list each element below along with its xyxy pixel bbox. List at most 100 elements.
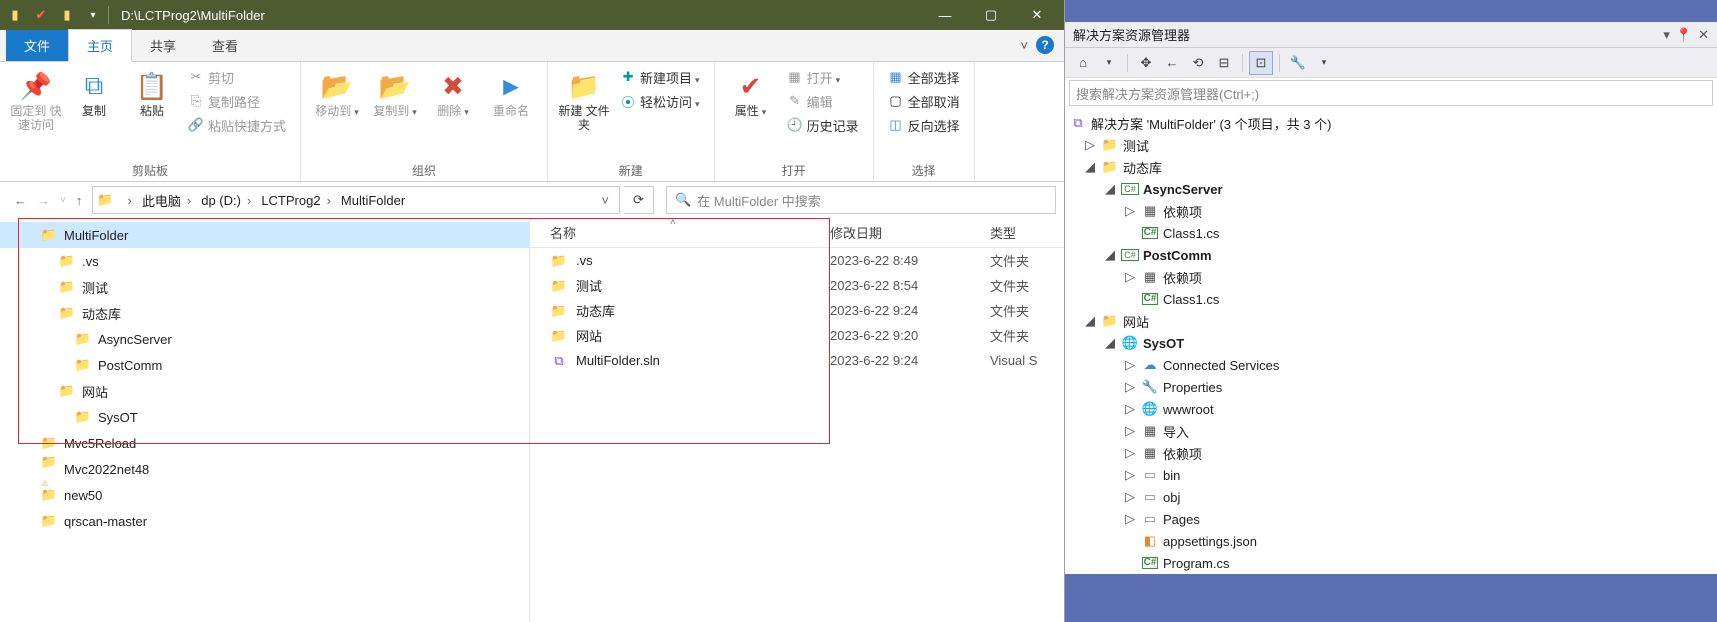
address-dropdown[interactable]: ˅ [595, 193, 615, 208]
nav-up[interactable]: ↑ [76, 193, 83, 208]
vs-tree-node[interactable]: ▷▦依赖项 [1065, 442, 1717, 464]
file-row[interactable]: 📁.vs2023-6-22 8:49文件夹 [530, 248, 1064, 273]
tree-item[interactable]: 📁MultiFolder [0, 222, 529, 248]
tab-share[interactable]: 共享 [132, 30, 194, 61]
expand-toggle[interactable]: ▷ [1123, 379, 1137, 395]
tree-item[interactable]: 📁.vs [0, 248, 529, 274]
vs-back-button[interactable]: ← [1160, 51, 1184, 75]
nav-back[interactable]: ← [14, 193, 27, 208]
vs-collapse-button[interactable]: ⊟ [1212, 51, 1236, 75]
file-row[interactable]: 📁测试2023-6-22 8:54文件夹 [530, 273, 1064, 298]
tree-item[interactable]: 📁qrscan-master [0, 508, 529, 534]
expand-toggle[interactable]: ▷ [1123, 357, 1137, 373]
address-bar[interactable]: 📁 此电脑 dp (D:) LCTProg2 MultiFolder ˅ [92, 186, 620, 214]
properties-button[interactable]: ✔属性 [725, 66, 777, 119]
expand-toggle[interactable]: ◢ [1103, 335, 1117, 351]
crumb-folder2[interactable]: MultiFolder [337, 191, 409, 210]
crumb-drive[interactable]: dp (D:) [197, 191, 255, 210]
vs-tree-node[interactable]: ·C#Program.cs [1065, 552, 1717, 574]
file-row[interactable]: 📁动态库2023-6-22 9:24文件夹 [530, 298, 1064, 323]
tree-item[interactable]: 📁SysOT [0, 404, 529, 430]
vs-home-button[interactable]: ⌂ [1071, 51, 1095, 75]
vs-sync-button[interactable]: ⟲ [1186, 51, 1210, 75]
vs-switch-button[interactable]: ✥ [1134, 51, 1158, 75]
vs-solution-root[interactable]: ⧉ 解决方案 'MultiFolder' (3 个项目，共 3 个) [1065, 112, 1717, 134]
paste-shortcut-button[interactable]: 🔗粘贴快捷方式 [184, 114, 290, 136]
vs-properties-button[interactable]: 🔧 [1286, 51, 1310, 75]
expand-toggle[interactable]: ◢ [1083, 159, 1097, 175]
expand-toggle[interactable]: ▷ [1123, 423, 1137, 439]
tree-item[interactable]: 📁Mvc5Reload [0, 430, 529, 456]
tree-item[interactable]: 📁PostComm [0, 352, 529, 378]
crumb-pc[interactable]: 此电脑 [138, 189, 195, 212]
cut-button[interactable]: ✂剪切 [184, 66, 290, 88]
vs-tree-node[interactable]: ▷🔧Properties [1065, 376, 1717, 398]
tree-item[interactable]: 📁动态库 [0, 300, 529, 326]
qat-check-icon[interactable]: ✔ [30, 4, 52, 26]
vs-close-icon[interactable]: ✕ [1698, 27, 1709, 43]
expand-toggle[interactable]: ◢ [1103, 181, 1117, 197]
expand-toggle[interactable]: ▷ [1123, 489, 1137, 505]
minimize-button[interactable]: ― [922, 0, 968, 30]
tree-item[interactable]: 📁AsyncServer [0, 326, 529, 352]
qat-folder2-icon[interactable]: ▮ [56, 4, 78, 26]
vs-tree-node[interactable]: ·C#Class1.cs [1065, 288, 1717, 310]
vs-tree-node[interactable]: ◢📁动态库 [1065, 156, 1717, 178]
move-to-button[interactable]: 📂移动到 [311, 66, 363, 119]
expand-toggle[interactable]: ▷ [1123, 203, 1137, 219]
copy-to-button[interactable]: 📂复制到 [369, 66, 421, 119]
tree-item[interactable]: 📁new50 [0, 482, 529, 508]
navigation-pane[interactable]: 📁MultiFolder📁.vs📁测试📁动态库📁AsyncServer📁Post… [0, 218, 530, 622]
paste-button[interactable]: 📋粘贴 [126, 66, 178, 118]
select-none-button[interactable]: ▢全部取消 [884, 90, 964, 112]
vs-tree-node[interactable]: ◢C#AsyncServer [1065, 178, 1717, 200]
vs-solution-tree[interactable]: ⧉ 解决方案 'MultiFolder' (3 个项目，共 3 个) ▷📁测试◢… [1065, 108, 1717, 574]
tree-item[interactable]: 📁网站 [0, 378, 529, 404]
vs-tree-node[interactable]: ▷▭Pages [1065, 508, 1717, 530]
easy-access-button[interactable]: ⦿轻松访问 [616, 90, 704, 112]
vs-tree-node[interactable]: ◢📁网站 [1065, 310, 1717, 332]
vs-tree-node[interactable]: ◢🌐SysOT [1065, 332, 1717, 354]
new-folder-button[interactable]: 📁新建 文件夹 [558, 66, 610, 132]
nav-recent[interactable]: ˅ [60, 195, 66, 206]
crumb-folder1[interactable]: LCTProg2 [257, 191, 335, 210]
qat-dropdown[interactable]: ▾ [82, 4, 104, 26]
new-item-button[interactable]: ✚新建项目 [616, 66, 704, 88]
tab-home[interactable]: 主页 [68, 29, 132, 62]
delete-button[interactable]: ✖删除 [427, 66, 479, 119]
col-type[interactable]: 类型 [990, 223, 1064, 242]
expand-toggle[interactable]: ▷ [1123, 467, 1137, 483]
maximize-button[interactable]: ▢ [968, 0, 1014, 30]
expand-toggle[interactable]: ▷ [1123, 511, 1137, 527]
vs-tree-node[interactable]: ·◧appsettings.json [1065, 530, 1717, 552]
tab-view[interactable]: 查看 [194, 30, 256, 61]
expand-toggle[interactable]: ▷ [1123, 445, 1137, 461]
invert-select-button[interactable]: ◫反向选择 [884, 114, 964, 136]
col-name[interactable]: 名称 [550, 226, 576, 241]
vs-tree-node[interactable]: ▷▭bin [1065, 464, 1717, 486]
vs-search-box[interactable]: 搜索解决方案资源管理器(Ctrl+;) [1069, 80, 1713, 106]
expand-toggle[interactable]: ▷ [1083, 137, 1097, 153]
help-button[interactable]: ? [1036, 36, 1054, 54]
expand-toggle[interactable]: ◢ [1083, 313, 1097, 329]
vs-tree-node[interactable]: ▷🌐wwwroot [1065, 398, 1717, 420]
tree-item[interactable]: 📁测试 [0, 274, 529, 300]
open-button[interactable]: ▦打开 [783, 66, 863, 88]
tree-item[interactable]: 📁Mvc2022net48 [0, 456, 529, 482]
history-button[interactable]: 🕘历史记录 [783, 114, 863, 136]
col-date[interactable]: 修改日期 [830, 223, 990, 242]
expand-toggle[interactable]: ▷ [1123, 269, 1137, 285]
vs-tree-node[interactable]: ·C#Class1.cs [1065, 222, 1717, 244]
qat-folder-icon[interactable]: ▮ [4, 4, 26, 26]
vs-tree-node[interactable]: ▷☁Connected Services [1065, 354, 1717, 376]
select-all-button[interactable]: ▦全部选择 [884, 66, 964, 88]
vs-pin-icon[interactable]: 📍 [1676, 27, 1692, 43]
column-headers[interactable]: 名称˄ 修改日期 类型 [530, 218, 1064, 248]
vs-tree-node[interactable]: ▷▦依赖项 [1065, 200, 1717, 222]
vs-showall-button[interactable]: ⊡ [1249, 51, 1273, 75]
nav-forward[interactable]: → [37, 193, 50, 208]
refresh-button[interactable]: ⟳ [624, 186, 654, 214]
vs-tree-node[interactable]: ▷▦导入 [1065, 420, 1717, 442]
vs-tree-node[interactable]: ▷📁测试 [1065, 134, 1717, 156]
ribbon-collapse[interactable]: ˅ [1020, 38, 1028, 53]
